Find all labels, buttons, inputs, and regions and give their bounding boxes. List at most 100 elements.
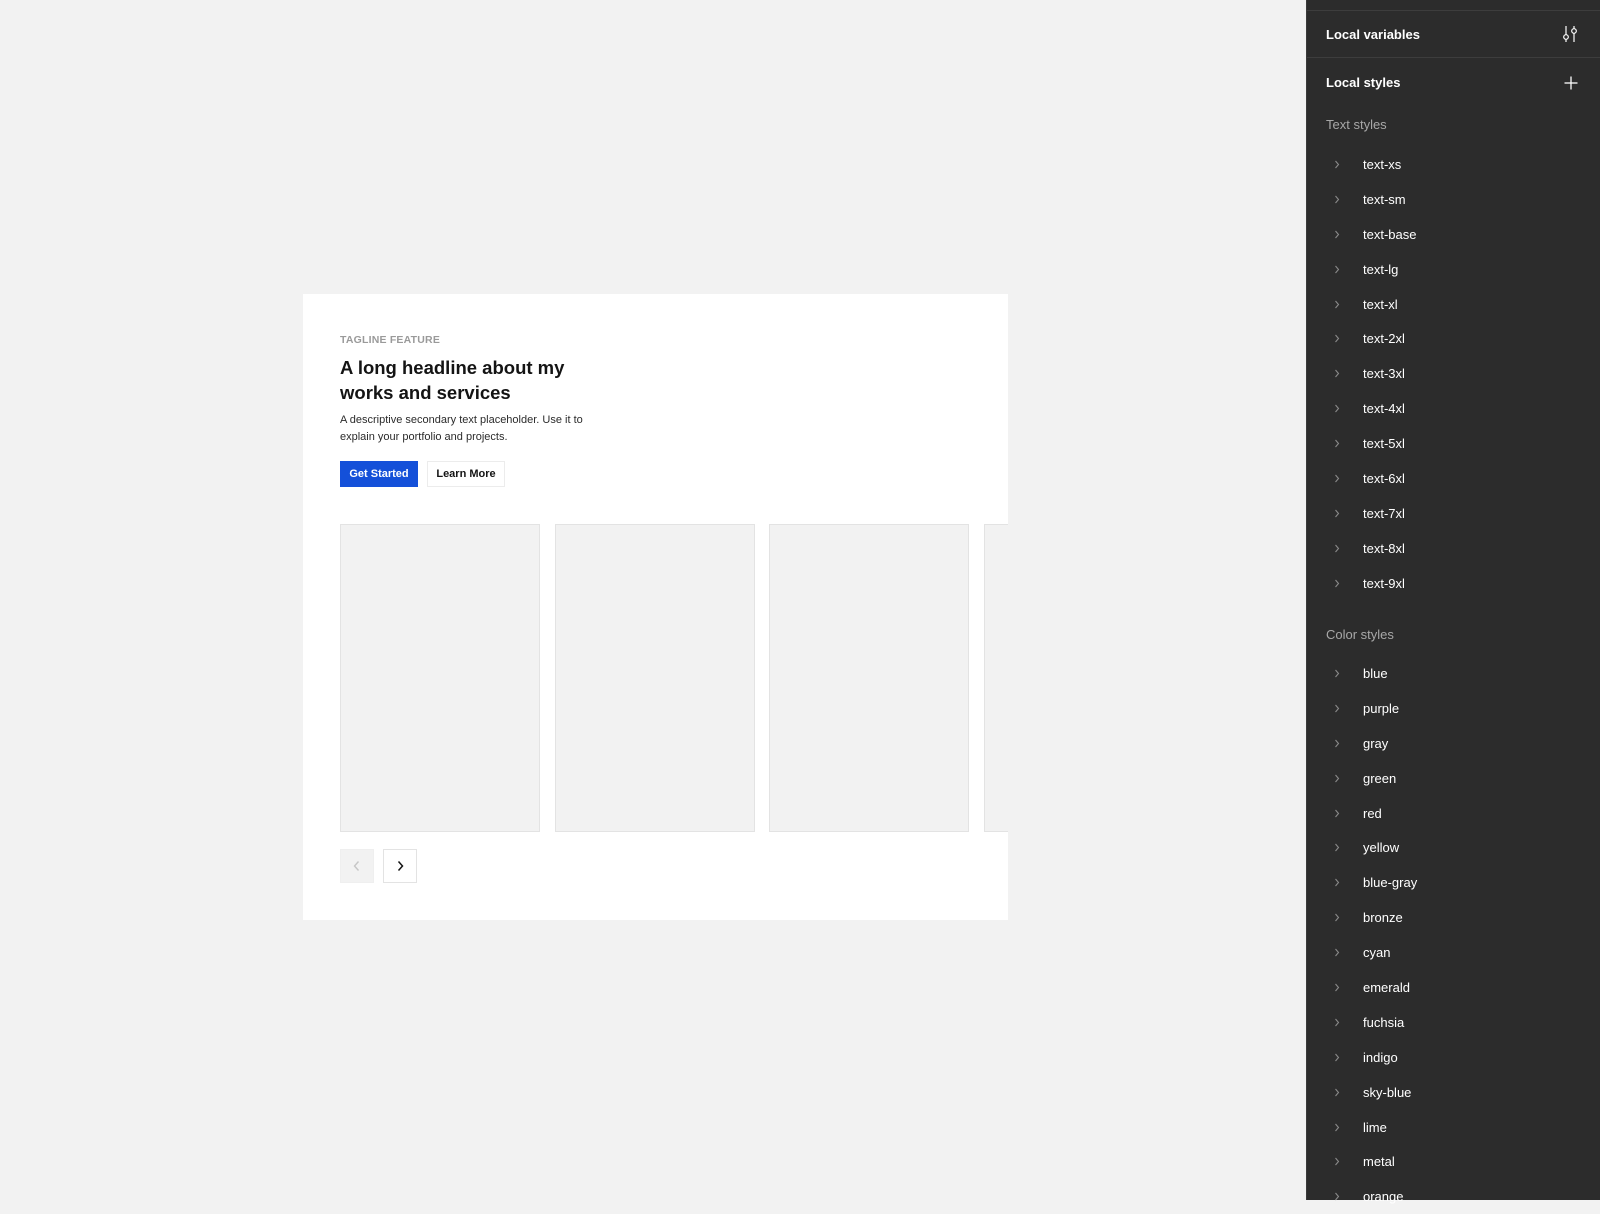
carousel-card[interactable] <box>984 524 1008 832</box>
local-styles-row[interactable]: Local styles <box>1307 59 1600 106</box>
chevron-right-icon[interactable] <box>1334 738 1342 748</box>
color-style-label: green <box>1363 770 1397 786</box>
text-style-label: text-9xl <box>1363 575 1405 591</box>
chevron-right-icon[interactable] <box>1334 1157 1342 1167</box>
color-style-label: orange <box>1363 1189 1404 1205</box>
chevron-right-icon[interactable] <box>1334 878 1342 888</box>
adjust-sliders-icon[interactable] <box>1562 25 1578 43</box>
color-style-item[interactable]: sky-blue <box>1307 1075 1600 1110</box>
text-style-label: text-xs <box>1363 156 1402 172</box>
chevron-right-icon[interactable] <box>1334 948 1342 958</box>
color-style-label: emerald <box>1363 979 1410 995</box>
color-style-label: blue-gray <box>1363 875 1418 891</box>
carousel-card[interactable] <box>555 524 755 832</box>
color-style-item[interactable]: emerald <box>1307 970 1600 1005</box>
carousel-card[interactable] <box>340 524 540 832</box>
chevron-right-icon[interactable] <box>1334 1192 1342 1202</box>
chevron-right-icon[interactable] <box>1334 843 1342 853</box>
color-style-item[interactable]: lime <box>1307 1110 1600 1145</box>
chevron-right-icon[interactable] <box>1334 508 1342 518</box>
text-styles-label: Text styles <box>1326 117 1387 132</box>
text-style-label: text-8xl <box>1363 540 1405 556</box>
color-style-item[interactable]: cyan <box>1307 935 1600 970</box>
plus-icon[interactable] <box>1564 76 1578 90</box>
chevron-right-icon[interactable] <box>1334 1052 1342 1062</box>
chevron-right-icon[interactable] <box>1334 194 1342 204</box>
color-style-label: red <box>1363 805 1382 821</box>
carousel-prev-button[interactable] <box>340 849 374 883</box>
text-style-item[interactable]: text-sm <box>1307 182 1600 217</box>
text-style-item[interactable]: text-5xl <box>1307 426 1600 461</box>
chevron-right-icon[interactable] <box>1334 913 1342 923</box>
local-variables-title: Local variables <box>1326 26 1420 42</box>
color-style-label: sky-blue <box>1363 1084 1412 1100</box>
chevron-right-icon[interactable] <box>1334 1087 1342 1097</box>
carousel-card[interactable] <box>769 524 969 832</box>
chevron-right-icon[interactable] <box>1334 369 1342 379</box>
chevron-right-icon[interactable] <box>1334 1017 1342 1027</box>
color-style-item[interactable]: blue <box>1307 656 1600 691</box>
tagline: TAGLINE FEATURE <box>340 334 441 346</box>
carousel-next-button[interactable] <box>383 849 417 883</box>
text-style-label: text-lg <box>1363 261 1399 277</box>
color-style-item[interactable]: purple <box>1307 691 1600 726</box>
learn-more-button[interactable]: Learn More <box>427 461 505 487</box>
text-style-label: text-base <box>1363 226 1417 242</box>
text-style-label: text-xl <box>1363 296 1398 312</box>
styles-panel: Local variables Local styles Text styles… <box>1306 0 1600 1204</box>
chevron-right-icon[interactable] <box>1334 229 1342 239</box>
color-style-item[interactable]: orange <box>1307 1179 1600 1214</box>
chevron-right-icon[interactable] <box>1334 543 1342 553</box>
text-style-item[interactable]: text-lg <box>1307 252 1600 287</box>
color-styles-list: blue purple gray green red yellow blue-gray bro… <box>1307 656 1600 1214</box>
color-style-label: lime <box>1363 1119 1387 1135</box>
chevron-right-icon[interactable] <box>1334 439 1342 449</box>
color-style-label: cyan <box>1363 945 1391 961</box>
chevron-right-icon[interactable] <box>1334 473 1342 483</box>
local-variables-row[interactable]: Local variables <box>1307 11 1600 58</box>
chevron-right-icon[interactable] <box>1334 264 1342 274</box>
text-style-item[interactable]: text-8xl <box>1307 531 1600 566</box>
chevron-right-icon[interactable] <box>1334 578 1342 588</box>
color-style-item[interactable]: metal <box>1307 1144 1600 1179</box>
chevron-right-icon[interactable] <box>1334 982 1342 992</box>
text-style-item[interactable]: text-base <box>1307 217 1600 252</box>
text-style-item[interactable]: text-7xl <box>1307 496 1600 531</box>
color-style-label: indigo <box>1363 1049 1398 1065</box>
chevron-right-icon[interactable] <box>1334 299 1342 309</box>
chevron-right-icon[interactable] <box>1334 1122 1342 1132</box>
chevron-right-icon[interactable] <box>1334 808 1342 818</box>
text-style-item[interactable]: text-2xl <box>1307 321 1600 356</box>
color-style-label: bronze <box>1363 910 1403 926</box>
text-style-item[interactable]: text-3xl <box>1307 356 1600 391</box>
text-style-item[interactable]: text-9xl <box>1307 566 1600 601</box>
color-style-label: yellow <box>1363 840 1400 856</box>
get-started-button[interactable]: Get Started <box>340 461 418 487</box>
color-style-item[interactable]: blue-gray <box>1307 865 1600 900</box>
chevron-right-icon[interactable] <box>1334 159 1342 169</box>
chevron-right-icon[interactable] <box>1334 773 1342 783</box>
color-style-item[interactable]: bronze <box>1307 900 1600 935</box>
chevron-left-icon <box>353 861 360 871</box>
headline: A long headline about my works and servi… <box>340 357 565 403</box>
color-style-item[interactable]: fuchsia <box>1307 1005 1600 1040</box>
color-style-item[interactable]: yellow <box>1307 830 1600 865</box>
text-style-label: text-7xl <box>1363 505 1405 521</box>
chevron-right-icon[interactable] <box>1334 404 1342 414</box>
color-style-item[interactable]: indigo <box>1307 1040 1600 1075</box>
text-style-item[interactable]: text-6xl <box>1307 461 1600 496</box>
chevron-right-icon[interactable] <box>1334 334 1342 344</box>
text-style-item[interactable]: text-xl <box>1307 287 1600 322</box>
chevron-right-icon[interactable] <box>1334 703 1342 713</box>
hero-frame[interactable]: TAGLINE FEATURE A long headline about my… <box>303 294 1008 920</box>
text-style-label: text-6xl <box>1363 470 1405 486</box>
color-style-item[interactable]: gray <box>1307 726 1600 761</box>
text-style-item[interactable]: text-4xl <box>1307 391 1600 426</box>
color-style-item[interactable]: green <box>1307 761 1600 796</box>
text-style-label: text-2xl <box>1363 331 1405 347</box>
chevron-right-icon <box>397 861 404 871</box>
chevron-right-icon[interactable] <box>1334 668 1342 678</box>
color-style-item[interactable]: red <box>1307 796 1600 831</box>
text-style-item[interactable]: text-xs <box>1307 147 1600 182</box>
design-canvas[interactable]: TAGLINE FEATURE A long headline about my… <box>0 0 1306 1200</box>
